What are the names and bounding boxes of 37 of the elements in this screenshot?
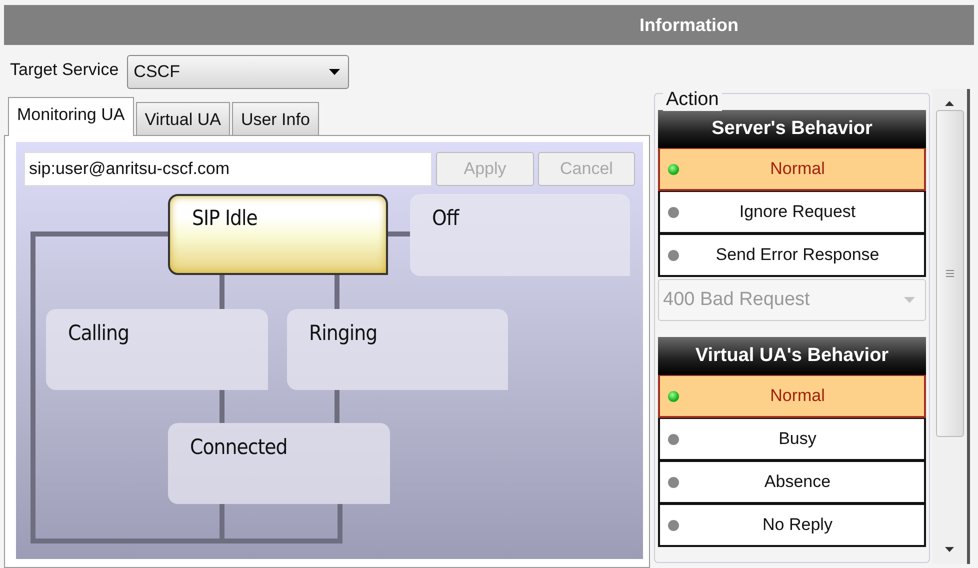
status-dot-icon	[668, 390, 679, 402]
field-label: Target Service	[10, 60, 119, 80]
behavior-option[interactable]: No Reply	[658, 504, 926, 547]
behavior-option[interactable]: Send Error Response	[658, 234, 926, 277]
status-dot-icon	[668, 520, 679, 530]
service-dropdown[interactable]: CSCF	[126, 55, 349, 89]
state-node: SIP Idle	[168, 194, 388, 275]
scroll-up-icon[interactable]	[945, 101, 954, 106]
behavior-option[interactable]: Absence	[658, 461, 926, 504]
status-dot-icon	[668, 476, 679, 488]
section-header: Server's Behavior	[658, 110, 926, 148]
behavior-option[interactable]: Busy	[658, 418, 926, 461]
status-dot-icon	[668, 164, 679, 174]
panel-title: Information	[4, 5, 974, 45]
section-header: Virtual UA's Behavior	[658, 337, 926, 375]
state-node: Calling	[46, 309, 268, 390]
behavior-option[interactable]: Ignore Request	[658, 191, 926, 234]
tab[interactable]: Monitoring UA	[8, 97, 134, 136]
scroll-thumb[interactable]	[936, 110, 964, 437]
status-dot-icon	[668, 434, 679, 444]
behavior-option[interactable]: Normal	[658, 148, 926, 191]
behavior-option[interactable]: Normal	[658, 375, 926, 418]
caret-icon	[904, 297, 915, 303]
state-node: Ringing	[287, 309, 508, 390]
caret-icon	[328, 69, 340, 75]
uri-field[interactable]: sip:user@anritsu-cscf.com	[24, 152, 432, 186]
grip-icon	[946, 270, 954, 277]
status-dot-icon	[668, 250, 679, 260]
state-node: Connected	[168, 423, 390, 504]
connector-line	[388, 232, 410, 236]
group-title: Action	[663, 89, 722, 111]
state-node: Off	[410, 194, 630, 276]
scrollbar[interactable]	[932, 89, 970, 564]
status-dot-icon	[668, 206, 679, 218]
tab[interactable]: User Info	[232, 102, 319, 135]
tab[interactable]: Virtual UA	[136, 102, 230, 135]
scroll-down-icon[interactable]	[945, 547, 954, 552]
